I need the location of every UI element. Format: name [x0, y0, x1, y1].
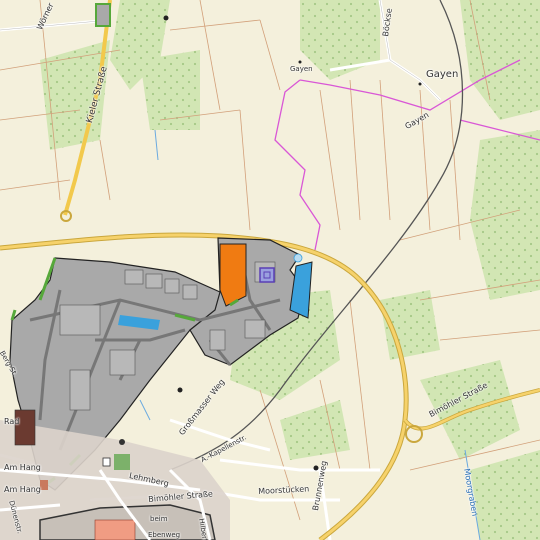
pond-tiny[interactable] [293, 253, 303, 263]
place-label-gayen-small: Gayen [290, 65, 313, 73]
street-label-beim: beim [150, 515, 168, 523]
construction-site[interactable] [219, 243, 247, 307]
map-canvas[interactable]: Gayen Gayen Kieler Straße Wörner Böckse … [0, 0, 540, 540]
street-label-am-hang-2: Am Hang [4, 485, 41, 494]
farm-building [95, 3, 111, 27]
place-label-gayen[interactable]: Gayen [426, 70, 458, 80]
street-label-rad: Rad [4, 417, 20, 426]
map-layer [0, 0, 540, 540]
street-label-ebenweg: Ebenweg [148, 531, 181, 539]
poi-marker[interactable] [259, 267, 275, 283]
street-label-am-hang-1: Am Hang [4, 463, 41, 472]
